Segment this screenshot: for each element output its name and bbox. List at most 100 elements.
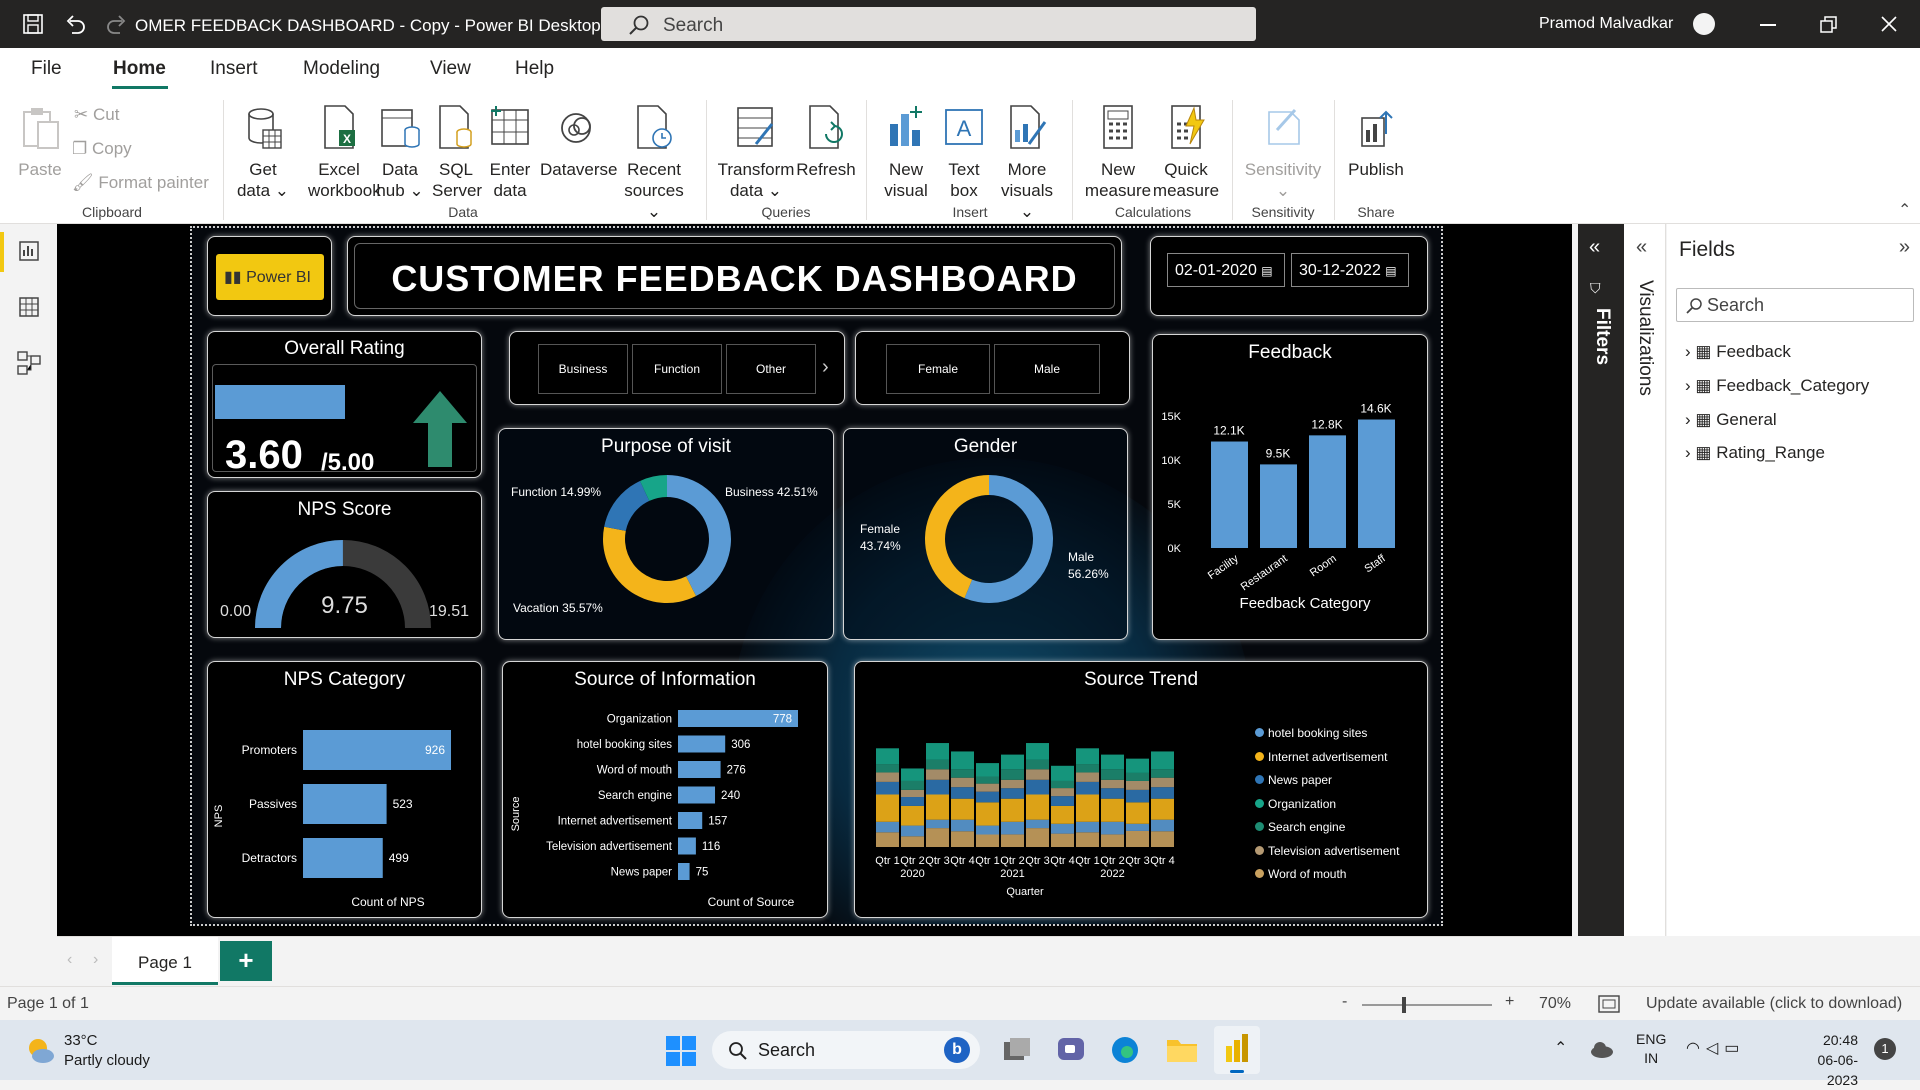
slicer-next-icon[interactable]: › [822,356,829,379]
windows-start-icon[interactable] [666,1036,696,1066]
trend-band [1026,769,1049,780]
tab-home[interactable]: Home [113,58,166,80]
field-table-feedback[interactable]: › ▦ Feedback [1685,342,1791,362]
dataverse-button[interactable]: Dataverse [540,104,617,180]
filters-pane-label[interactable]: Filters [1591,308,1613,365]
excel-workbook-button[interactable]: X Excel workbook [308,104,381,201]
prev-page-icon[interactable]: ‹ [67,951,72,969]
cut-button[interactable]: ✂ Cut [74,104,119,125]
add-page-button[interactable]: + [220,941,272,981]
avatar[interactable] [1693,13,1715,35]
zoom-in-button[interactable]: + [1505,993,1514,1011]
tab-help[interactable]: Help [515,58,554,80]
data-hub-button[interactable]: Data hub ⌄ [376,104,424,201]
model-view-icon[interactable] [16,350,42,376]
trend-band [1151,831,1174,847]
expand-filters-icon[interactable]: « [1589,236,1600,259]
recent-label-1: Recent [627,160,681,179]
trend-band [1051,805,1074,824]
get-data-button[interactable]: Get data ⌄ [236,104,290,201]
paste-button[interactable]: Paste [14,104,66,180]
slicer-male[interactable]: Male [994,344,1100,394]
nps-category-chart: Promoters 926 Passives 523 Detractors 499 Coun… [213,730,451,909]
update-available-link[interactable]: Update available (click to download) [1646,995,1902,1013]
collapse-ribbon-icon[interactable]: ⌃ [1898,200,1911,220]
undo-icon[interactable] [64,13,86,35]
task-view-icon[interactable] [1002,1036,1032,1064]
tab-insert[interactable]: Insert [210,58,258,80]
title-search-box[interactable]: Search [601,7,1256,41]
report-view-icon[interactable] [18,240,40,262]
field-table-rating-range[interactable]: › ▦ Rating_Range [1685,443,1825,463]
power-bi-taskbar-button[interactable] [1214,1026,1260,1074]
edge-icon[interactable] [1110,1035,1140,1065]
zoom-slider-handle[interactable] [1402,997,1406,1013]
collapse-fields-icon[interactable]: » [1899,236,1910,259]
language-indicator[interactable]: ENG IN [1636,1030,1666,1068]
taskbar-search[interactable]: Search b [712,1031,980,1069]
nps-category-title: NPS Category [283,669,406,690]
recent-sources-button[interactable]: Recent sources ⌄ [618,104,690,222]
tab-modeling[interactable]: Modeling [303,58,380,80]
close-button[interactable] [1880,15,1898,33]
onedrive-icon[interactable] [1590,1040,1614,1058]
trend-title: Source Trend [1083,669,1199,690]
more-visuals-button[interactable]: More visuals ⌄ [994,104,1060,222]
date-from-input[interactable]: 02-01-2020 ▤ [1167,253,1285,287]
trend-band [1001,754,1024,770]
ribbon-separator [706,100,707,220]
field-table-feedback-category[interactable]: › ▦ Feedback_Category [1685,376,1869,396]
category-label: Word of mouth [597,765,672,777]
clock[interactable]: 20:48 06-06-2023 [1788,1030,1858,1090]
text-box-button[interactable]: A Text box [938,104,990,201]
next-page-icon[interactable]: › [93,951,98,969]
chevron-right-icon: › [1685,376,1691,395]
trend-legend: hotel booking sites Internet advertisemen… [1255,722,1399,887]
enter-data-button[interactable]: Enter data [486,104,534,201]
new-measure-button[interactable]: New measure [1084,104,1152,201]
transform-data-button[interactable]: Transform data ⌄ [716,104,796,201]
sensitivity-button[interactable]: Sensitivity ⌄ [1240,104,1326,201]
weather-icon[interactable] [24,1034,56,1066]
slicer-business[interactable]: Business [538,344,628,394]
slicer-function[interactable]: Function [632,344,722,394]
zoom-slider[interactable] [1362,1004,1492,1006]
paste-label: Paste [18,160,62,179]
expand-visualizations-icon[interactable]: « [1636,236,1647,259]
refresh-button[interactable]: Refresh [796,104,856,180]
slicer-other[interactable]: Other [726,344,816,394]
redo-icon[interactable] [106,13,128,35]
quick-measure-button[interactable]: Quick measure [1152,104,1220,201]
tab-view[interactable]: View [430,58,471,80]
show-hidden-icons[interactable]: ⌃ [1554,1038,1567,1058]
date-to-input[interactable]: 30-12-2022 ▤ [1291,253,1409,287]
sql-server-button[interactable]: SQL Server [432,104,482,201]
trend-band [951,769,974,778]
legend-label: Search engine [1268,820,1346,834]
fit-to-page-icon[interactable] [1598,995,1620,1013]
slicer-female[interactable]: Female [886,344,990,394]
zoom-out-button[interactable]: - [1342,993,1347,1011]
field-table-general[interactable]: › ▦ General [1685,410,1777,430]
clipboard-group-label: Clipboard [82,204,142,220]
visualizations-pane-label[interactable]: Visualizations [1634,280,1656,396]
format-painter-button[interactable]: 🖌 Format painter [72,172,209,193]
fields-search-input[interactable]: Search [1676,288,1914,322]
refresh-label: Refresh [796,160,856,179]
restore-button[interactable] [1820,16,1838,34]
legend-item: Organization [1255,793,1399,817]
menu-file[interactable]: File [31,58,62,80]
notification-badge[interactable]: 1 [1874,1038,1896,1060]
trend-band [1001,821,1024,835]
table-view-icon[interactable] [18,296,40,318]
save-icon[interactable] [22,13,44,35]
system-tray-icons[interactable]: ◠◁▭ [1686,1038,1745,1058]
publish-button[interactable]: Publish [1344,104,1408,180]
new-visual-button[interactable]: New visual [880,104,932,201]
copy-button[interactable]: ❐ Copy [72,138,132,159]
teams-chat-icon[interactable] [1056,1036,1086,1064]
trend-band [876,821,899,833]
page-tab-1[interactable]: Page 1 [112,937,218,985]
minimize-button[interactable] [1760,24,1776,26]
file-explorer-icon[interactable] [1166,1036,1198,1064]
